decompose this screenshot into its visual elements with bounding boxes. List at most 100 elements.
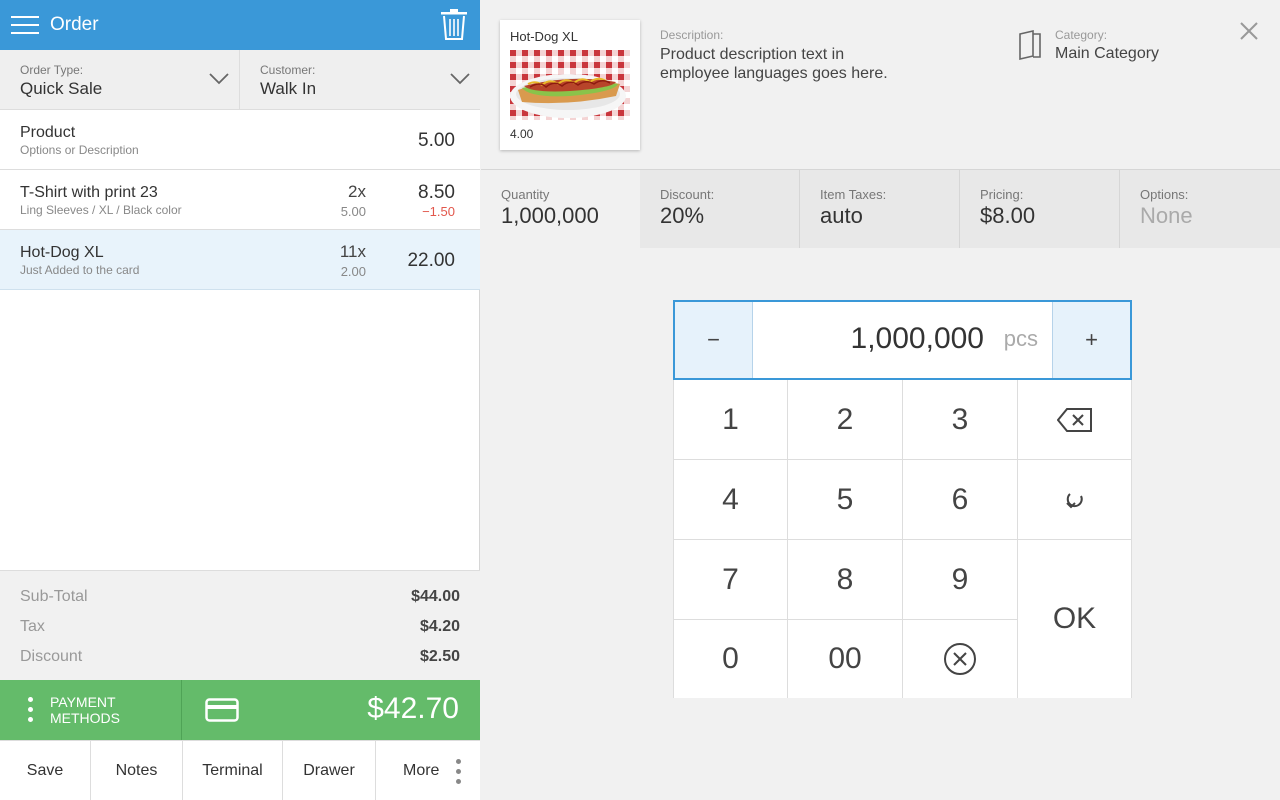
more-button[interactable]: More [376,741,480,800]
key-4[interactable]: 4 [674,460,788,540]
description-label: Description: [660,28,724,42]
tab-pricing[interactable]: Pricing: $8.00 [960,170,1120,248]
item-name: T-Shirt with print 23 [20,184,158,201]
close-icon[interactable] [1238,20,1260,42]
terminal-button[interactable]: Terminal [183,741,283,800]
subtotal-row: Sub-Total $44.00 [20,588,460,608]
subtotal-label: Sub-Total [20,588,88,605]
order-totals: Sub-Total $44.00 Tax $4.20 Discount $2.5… [0,570,480,680]
tab-value: $8.00 [980,203,1036,228]
item-price: 8.50 [418,182,455,203]
order-type-value: Quick Sale [20,79,103,98]
tax-row: Tax $4.20 [20,618,460,638]
product-card[interactable]: Hot-Dog XL 4.00 [500,20,640,150]
decrement-button[interactable]: − [675,302,753,378]
tax-value: $4.20 [419,618,460,635]
notes-button[interactable]: Notes [91,741,183,800]
menu-icon[interactable] [11,13,39,37]
tab-label: Options: [1140,187,1189,202]
key-1[interactable]: 1 [674,380,788,460]
order-type-select[interactable]: Order Type: Quick Sale [0,50,240,110]
tab-label: Pricing: [980,187,1024,202]
pay-total-button[interactable]: $42.70 [367,692,459,726]
key-3[interactable]: 3 [903,380,1018,460]
drawer-button[interactable]: Drawer [283,741,376,800]
bottom-toolbar: Save Notes Terminal Drawer More [0,740,480,800]
tab-value: 20% [660,203,705,228]
quantity-stepper: − 1,000,000 pcs + [673,300,1132,380]
tab-item-taxes[interactable]: Item Taxes: auto [800,170,960,248]
tab-value: None [1140,203,1193,228]
category-label: Category: [1055,28,1108,42]
clear-circle-icon [944,643,976,675]
order-item-row[interactable]: Product Options or Description 5.00 [0,110,480,170]
increment-button[interactable]: + [1052,302,1130,378]
key-2[interactable]: 2 [788,380,903,460]
customer-select[interactable]: Customer: Walk In [240,50,480,110]
discount-value: $2.50 [419,648,460,665]
product-detail: Hot-Dog XL 4.00 Description: Product des… [481,0,1280,170]
more-vertical-icon [456,759,461,785]
save-button[interactable]: Save [0,741,91,800]
tab-label: Item Taxes: [820,187,887,202]
more-label: More [403,762,440,779]
item-description: Options or Description [20,143,139,157]
tab-label: Discount: [660,187,715,202]
tab-discount[interactable]: Discount: 20% [640,170,800,248]
trash-icon[interactable] [440,8,468,40]
property-tabs: Quantity 1,000,000 Discount: 20% Item Ta… [481,170,1280,248]
item-price: 5.00 [418,130,455,151]
quantity-input[interactable]: 1,000,000 [851,322,984,356]
book-icon [1019,30,1041,60]
item-quantity: 2x [348,182,366,201]
key-7[interactable]: 7 [674,540,788,620]
backspace-button[interactable] [1018,380,1131,460]
chevron-down-icon [209,73,229,85]
item-unit-price: 5.00 [340,204,366,219]
product-description: Product description text in employee lan… [660,46,888,82]
product-price: 4.00 [510,127,534,141]
order-panel: Order Order Type: Quick Sale Customer: W… [0,0,480,800]
item-unit-price: 2.00 [340,264,366,279]
key-00[interactable]: 00 [788,620,903,698]
key-9[interactable]: 9 [903,540,1018,620]
payment-methods-button[interactable]: PAYMENT METHODS [0,680,182,740]
item-price: 22.00 [407,250,455,271]
key-0[interactable]: 0 [674,620,788,698]
order-item-row-selected[interactable]: Hot-Dog XL Just Added to the card 11x 2.… [0,230,480,290]
tax-label: Tax [20,618,45,635]
product-image [510,50,630,120]
ok-button[interactable]: OK [1018,540,1131,698]
key-6[interactable]: 6 [903,460,1018,540]
item-quantity: 11x [339,242,366,261]
key-5[interactable]: 5 [788,460,903,540]
payment-methods-label: PAYMENT METHODS [50,694,120,726]
tab-label: Quantity [501,187,550,202]
backspace-icon [1056,407,1092,432]
order-type-label: Order Type: [20,63,84,77]
item-description: Just Added to the card [20,263,140,277]
discount-row: Discount $2.50 [20,648,460,668]
credit-card-icon[interactable] [205,698,239,722]
subtotal-value: $44.00 [411,588,460,605]
chevron-down-icon [450,73,470,85]
more-vertical-icon [28,697,33,723]
order-item-row[interactable]: T-Shirt with print 23 Ling Sleeves / XL … [0,170,480,230]
customer-label: Customer: [260,63,316,77]
clear-button[interactable] [903,620,1018,698]
product-name: Hot-Dog XL [510,29,578,44]
item-name: Hot-Dog XL [20,244,104,261]
tab-quantity[interactable]: Quantity 1,000,000 [481,170,641,248]
discount-label: Discount [20,648,83,665]
item-discount: −1.50 [422,204,455,219]
customer-value: Walk In [260,79,317,98]
rotate-icon [1065,492,1083,508]
reset-button[interactable] [1018,460,1131,540]
tab-options[interactable]: Options: None [1120,170,1280,248]
key-8[interactable]: 8 [788,540,903,620]
item-description: Ling Sleeves / XL / Black color [20,203,182,217]
payment-bar: PAYMENT METHODS $42.70 [0,680,480,740]
tab-value: 1,000,000 [501,203,599,228]
order-selectors: Order Type: Quick Sale Customer: Walk In [0,50,480,110]
item-name: Product [20,124,76,141]
